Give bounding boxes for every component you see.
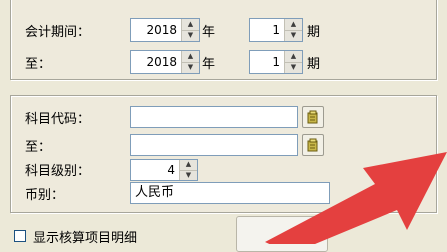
- to-year-stepper[interactable]: 2018 ▲ ▼: [130, 50, 200, 74]
- to-number-value[interactable]: 1: [250, 51, 283, 73]
- show-detail-label: 显示核算项目明细: [33, 231, 138, 246]
- show-detail-checkbox[interactable]: [14, 230, 26, 242]
- to-period-label: 至：: [25, 57, 52, 72]
- to-year-unit: 年: [202, 57, 216, 72]
- spin-down-icon[interactable]: ▼: [181, 62, 199, 73]
- spin-up-icon[interactable]: ▲: [284, 51, 302, 63]
- account-code-lookup-button[interactable]: [302, 106, 324, 128]
- account-level-stepper[interactable]: 4 ▲ ▼: [130, 159, 198, 181]
- spin-down-icon[interactable]: ▼: [179, 170, 197, 180]
- period-group: 会计期间： 2018 ▲ ▼ 年 1 ▲ ▼ 期 至： 2018 ▲ ▼ 年 1…: [10, 0, 437, 80]
- period-number-value[interactable]: 1: [250, 19, 283, 41]
- period-year-stepper[interactable]: 2018 ▲ ▼: [130, 18, 200, 42]
- to-number-spin[interactable]: ▲ ▼: [284, 51, 302, 73]
- account-code-to-label: 至：: [25, 140, 52, 155]
- period-number-stepper[interactable]: 1 ▲ ▼: [249, 18, 303, 42]
- spin-up-icon[interactable]: ▲: [181, 51, 199, 63]
- spin-down-icon[interactable]: ▼: [181, 30, 199, 41]
- account-code-input[interactable]: [130, 106, 298, 128]
- to-number-stepper[interactable]: 1 ▲ ▼: [249, 50, 303, 74]
- period-year-unit: 年: [202, 25, 216, 40]
- period-year-spin[interactable]: ▲ ▼: [181, 19, 199, 41]
- to-number-unit: 期: [307, 57, 321, 72]
- to-year-spin[interactable]: ▲ ▼: [181, 51, 199, 73]
- period-number-spin[interactable]: ▲ ▼: [284, 19, 302, 41]
- spin-up-icon[interactable]: ▲: [181, 19, 199, 31]
- spin-up-icon[interactable]: ▲: [179, 160, 197, 171]
- pointer-arrow-icon: [265, 152, 447, 244]
- lookup-icon: [307, 110, 318, 124]
- period-number-unit: 期: [307, 25, 321, 40]
- to-year-value[interactable]: 2018: [131, 51, 180, 73]
- spin-down-icon[interactable]: ▼: [284, 62, 302, 73]
- account-level-label: 科目级别：: [25, 164, 91, 179]
- spin-up-icon[interactable]: ▲: [284, 19, 302, 31]
- account-code-label: 科目代码：: [25, 112, 91, 127]
- period-year-value[interactable]: 2018: [131, 19, 180, 41]
- spin-down-icon[interactable]: ▼: [284, 30, 302, 41]
- currency-label: 币别：: [25, 188, 65, 203]
- account-level-value[interactable]: 4: [131, 160, 178, 180]
- period-label: 会计期间：: [25, 25, 91, 40]
- account-level-spin[interactable]: ▲ ▼: [179, 160, 197, 180]
